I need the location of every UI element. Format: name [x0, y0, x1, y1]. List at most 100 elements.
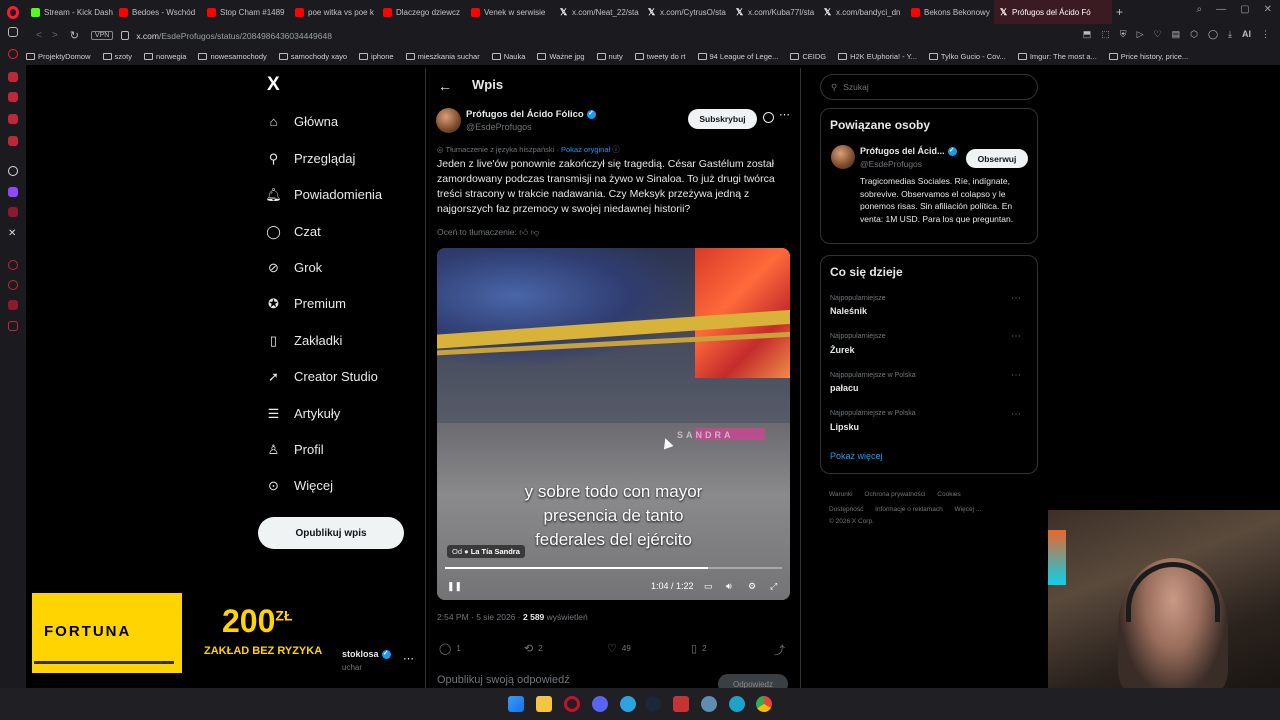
x-logo-icon[interactable]: X	[267, 74, 280, 96]
minimize-icon[interactable]: —	[1216, 4, 1226, 15]
sidebar-app-icon[interactable]	[8, 92, 18, 102]
bookmark-item[interactable]: ProjektyDomow	[26, 52, 91, 61]
bookmark-item[interactable]: samochody xayo	[278, 52, 347, 61]
trend-more-icon[interactable]: ⋯	[1011, 370, 1021, 381]
bookmark-item[interactable]: Imgur: The most a...	[1017, 52, 1097, 61]
sidebar-x-icon[interactable]: ✕	[8, 228, 18, 239]
nav-item-premium[interactable]: ✪ Premium	[265, 295, 346, 312]
vpn-badge[interactable]: VPN	[90, 31, 114, 40]
bookmark-item[interactable]: Nauka	[491, 52, 525, 61]
sidebar-app-icon[interactable]	[8, 260, 18, 270]
shield-icon[interactable]: ⛨	[1120, 29, 1127, 40]
reply-button[interactable]: ◯ 1	[439, 642, 461, 655]
reload-icon[interactable]: ↻	[70, 29, 79, 42]
maximize-icon[interactable]: ▢	[1240, 4, 1249, 15]
trend-name[interactable]: Żurek	[830, 345, 855, 355]
browser-tab[interactable]: 𝕏x.com/Neat_22/sta	[554, 0, 642, 24]
nav-item-bookmarks[interactable]: ▯ Zakładki	[265, 332, 343, 349]
browser-tab[interactable]: Bedoes - Wschód	[114, 0, 202, 24]
telegram-icon[interactable]	[620, 696, 636, 712]
browser-tab[interactable]: Stream - Kick Dash	[26, 0, 114, 24]
show-original-link[interactable]: Pokaż oryginał	[561, 145, 610, 154]
browser-tab[interactable]: Bekons Bekonowy	[906, 0, 994, 24]
browser-tab[interactable]: Venek w serwisie	[466, 0, 554, 24]
download-icon[interactable]: ⤓	[1228, 29, 1232, 40]
thumbs-up-icon[interactable]: 👍︎	[519, 227, 528, 237]
bookmark-item[interactable]: Tylko Gucio - Cov...	[928, 52, 1006, 61]
bookmark-button[interactable]: ▯ 2	[691, 642, 707, 655]
nav-item-articles[interactable]: ☰ Artykuły	[265, 405, 341, 422]
volume-icon[interactable]: 🔊︎	[726, 581, 732, 592]
footer-link[interactable]: Dostępność	[829, 506, 863, 513]
video-source-badge[interactable]: Od ● La Tía Sandra	[447, 545, 525, 558]
account-more-icon[interactable]: ⋯	[403, 652, 414, 665]
bookmark-item[interactable]: szoty	[102, 52, 132, 61]
show-more-link[interactable]: Pokaż więcej	[830, 451, 883, 461]
footer-link[interactable]: Cookies	[937, 491, 960, 498]
footer-link[interactable]: Ochrona prywatności	[864, 491, 925, 498]
publish-button[interactable]: Opublikuj wpis	[258, 517, 404, 549]
sidebar-home-icon[interactable]	[8, 27, 18, 37]
trend-name[interactable]: Lipsku	[830, 422, 859, 432]
sidebar-app-icon[interactable]	[8, 300, 18, 310]
forward-icon[interactable]: >	[52, 30, 58, 41]
like-button[interactable]: ♡ 49	[607, 642, 631, 655]
bookmark-item[interactable]: nuty	[596, 52, 623, 61]
file-explorer-icon[interactable]	[536, 696, 552, 712]
discord-icon[interactable]	[592, 696, 608, 712]
search-input[interactable]: ⚲ Szukaj	[820, 74, 1038, 100]
trend-more-icon[interactable]: ⋯	[1011, 331, 1021, 342]
grok-icon[interactable]	[763, 112, 774, 123]
heart-icon[interactable]: ♡	[1153, 29, 1161, 40]
snapshot-icon[interactable]: ⬚	[1101, 29, 1110, 40]
related-handle[interactable]: @EsdeProfugos	[860, 159, 922, 169]
extension-icon[interactable]: ⬒	[1083, 29, 1092, 40]
repost-button[interactable]: ⟲ 2	[524, 642, 543, 655]
reply-composer[interactable]: Opublikuj swoją odpowiedź	[437, 674, 570, 686]
bookmark-item[interactable]: H2K EUphoria! - Y...	[838, 52, 917, 61]
trend-name[interactable]: pałacu	[830, 383, 859, 393]
captions-icon[interactable]: ▭	[704, 581, 713, 592]
pause-icon[interactable]: ❚❚	[447, 581, 462, 592]
chrome-icon[interactable]	[756, 696, 772, 712]
subscribe-button[interactable]: Subskrybuj	[688, 109, 757, 129]
bookmark-item[interactable]: mieszkania suchar	[405, 52, 480, 61]
share-button[interactable]: ⤴	[774, 642, 785, 658]
settings-icon[interactable]: ⚙	[748, 581, 756, 592]
footer-link[interactable]: Informacje o reklamach	[875, 506, 943, 513]
sidebar-twitch-icon[interactable]	[8, 187, 18, 197]
trend-more-icon[interactable]: ⋯	[1011, 409, 1021, 420]
post-more-icon[interactable]: ⋯	[779, 108, 790, 121]
back-icon[interactable]: <	[36, 30, 42, 41]
browser-app-icon[interactable]	[701, 696, 717, 712]
wallet-icon[interactable]: ▤	[1172, 29, 1181, 40]
account-name[interactable]: stoklosa	[342, 649, 391, 660]
browser-tab[interactable]: poe witka vs poe k	[290, 0, 378, 24]
edge-icon[interactable]	[729, 696, 745, 712]
search-tabs-icon[interactable]: ⌕	[1197, 4, 1203, 15]
video-progress-bar[interactable]	[445, 567, 782, 569]
video-player[interactable]: SANDRA y sobre todo con mayor presencia …	[437, 248, 790, 600]
nav-item-explore[interactable]: ⚲ Przeglądaj	[265, 150, 356, 167]
windows-start-icon[interactable]	[508, 696, 524, 712]
trend-name[interactable]: Naleśnik	[830, 306, 867, 316]
profile-icon[interactable]: ◯	[1208, 29, 1218, 40]
nav-item-creator-studio[interactable]: ➚ Creator Studio	[265, 368, 378, 385]
author-handle[interactable]: @EsdeProfugos	[466, 122, 532, 132]
nav-item-chat[interactable]: ◯ Czat	[265, 223, 321, 240]
vpn-app-icon[interactable]	[673, 696, 689, 712]
fullscreen-icon[interactable]: ⤢	[770, 581, 777, 592]
footer-link[interactable]: Warunki	[829, 491, 853, 498]
sidebar-app-icon[interactable]	[8, 72, 18, 82]
related-name[interactable]: Prófugos del Ácid...	[860, 146, 957, 157]
sidebar-app-icon[interactable]	[8, 49, 18, 59]
url-field[interactable]: x.com/EsdeProfugos/status/20849864360344…	[136, 31, 332, 41]
ai-button[interactable]: AI	[1242, 29, 1251, 40]
sidebar-app-icon[interactable]	[8, 280, 18, 290]
bookmark-item[interactable]: 94 League of Lege...	[697, 52, 778, 61]
new-tab-icon[interactable]: +	[1116, 5, 1123, 19]
bookmark-item[interactable]: nowesamochody	[198, 52, 267, 61]
opera-logo-icon[interactable]	[0, 0, 26, 24]
play-icon[interactable]: ▷	[1137, 29, 1144, 40]
sidebar-app-icon[interactable]	[8, 136, 18, 146]
